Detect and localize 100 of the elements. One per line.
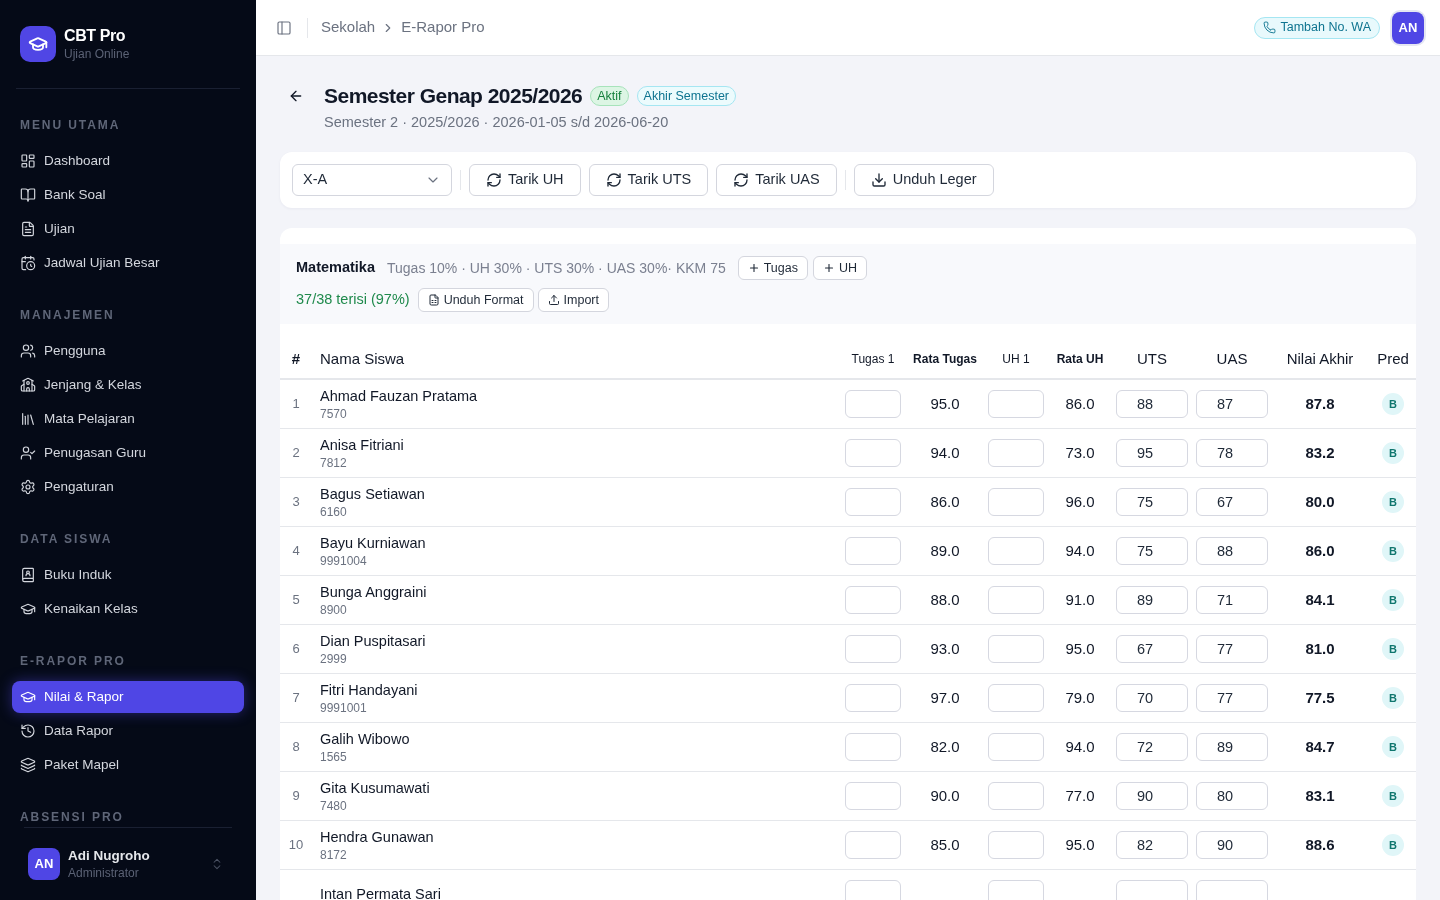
download-icon [870,172,887,188]
score-field[interactable] [988,439,1044,467]
download-ledger-button[interactable]: Unduh Leger [853,164,994,196]
nav-item[interactable]: Pengguna [12,335,244,367]
nav-item[interactable]: Ujian [12,213,244,245]
user-avatar[interactable]: AN [28,848,60,880]
nav-item[interactable]: Jadwal Ujian Besar [12,247,244,279]
score-field[interactable] [845,782,901,810]
student-id: 1565 [320,749,348,765]
score-field[interactable]: 78 [1196,439,1268,467]
grade-badge: B [1382,393,1404,415]
score-field[interactable]: 75 [1116,537,1188,565]
score-field[interactable] [988,782,1044,810]
score-field[interactable] [845,537,901,565]
pull-scores-button[interactable]: Tarik UAS [716,164,837,196]
score-field[interactable]: 89 [1196,733,1268,761]
add-column-button[interactable]: UH [813,256,868,280]
score-field[interactable]: 90 [1116,782,1188,810]
users-icon [20,343,36,359]
score-field[interactable] [845,880,901,900]
average-score: 91.0 [1065,589,1095,610]
score-field[interactable]: 87 [1196,390,1268,418]
score-field[interactable] [1116,880,1188,900]
score-field[interactable] [1196,880,1268,900]
download-format-button[interactable]: Unduh Format [417,288,534,312]
pull-scores-button[interactable]: Tarik UH [469,164,581,196]
score-field[interactable]: 71 [1196,586,1268,614]
add-whatsapp-button[interactable]: Tambah No. WA [1254,16,1380,39]
student-id: 8900 [320,602,348,618]
score-field[interactable]: 77 [1196,684,1268,712]
score-field[interactable]: 82 [1116,831,1188,859]
average-score: 73.0 [1065,442,1095,463]
score-field[interactable] [988,733,1044,761]
nav-item[interactable]: Penugasan Guru [12,437,244,469]
user-avatar[interactable]: AN [1392,11,1424,44]
back-arrow-icon[interactable] [288,88,304,104]
nav-item[interactable]: Kenaikan Kelas [12,593,244,625]
score-field[interactable]: 67 [1196,488,1268,516]
student-name: Intan Permata Sari [320,885,442,900]
score-field[interactable] [845,635,901,663]
score-field[interactable]: 77 [1196,635,1268,663]
add-column-button[interactable]: Tugas [737,256,808,280]
score-field[interactable] [988,880,1044,900]
final-score: 84.7 [1305,736,1335,757]
score-field[interactable]: 75 [1116,488,1188,516]
breadcrumb-link[interactable]: Sekolah [321,16,376,39]
score-field[interactable] [988,831,1044,859]
score-field[interactable] [988,390,1044,418]
score-field[interactable]: 70 [1116,684,1188,712]
score-field[interactable]: 80 [1196,782,1268,810]
score-field[interactable] [988,537,1044,565]
student-name: Bayu Kurniawan [320,534,427,553]
score-field[interactable]: 90 [1196,831,1268,859]
score-field[interactable]: 95 [1116,439,1188,467]
row-number: 6 [292,640,300,659]
nav-item[interactable]: Pengaturan [12,471,244,503]
score-field[interactable] [845,586,901,614]
column-header: Rata UH [1056,351,1104,368]
student-name: Bunga Anggraini [320,583,428,602]
nav-item[interactable]: Nilai & Rapor [12,681,244,713]
import-button[interactable]: Import [537,288,609,312]
score-field[interactable] [988,488,1044,516]
score-field[interactable] [845,733,901,761]
score-field[interactable]: 88 [1196,537,1268,565]
nav-item[interactable]: Paket Mapel [12,749,244,781]
score-field[interactable] [845,684,901,712]
user-check-icon [20,445,36,461]
nav-item[interactable]: Jenjang & Kelas [12,369,244,401]
breadcrumb-current: E-Rapor Pro [401,17,485,38]
score-field[interactable] [845,831,901,859]
average-score: 79.0 [1065,687,1095,708]
calendar-clock-icon [20,255,36,271]
row-number: 10 [288,836,304,855]
score-field[interactable] [845,390,901,418]
nav-item[interactable]: Mata Pelajaran [12,403,244,435]
settings-icon [20,479,36,495]
score-field[interactable] [845,488,901,516]
score-field[interactable]: 67 [1116,635,1188,663]
nav-item[interactable]: Bank Soal [12,179,244,211]
column-header: Nama Siswa [320,348,405,369]
nav-item[interactable]: Data Rapor [12,715,244,747]
grade-badge: B [1382,834,1404,856]
sidebar-toggle-icon[interactable] [276,19,292,36]
score-field[interactable]: 88 [1116,390,1188,418]
student-id: 7570 [320,406,348,422]
layers-icon [20,757,36,773]
student-name: Bagus Setiawan [320,485,426,504]
score-field[interactable] [988,586,1044,614]
score-field[interactable]: 72 [1116,733,1188,761]
pull-scores-button[interactable]: Tarik UTS [588,164,709,196]
score-field[interactable]: 89 [1116,586,1188,614]
score-field[interactable] [845,439,901,467]
student-id: 2999 [320,651,348,667]
grade-badge: B [1382,491,1404,513]
score-field[interactable] [988,635,1044,663]
nav-item[interactable]: Buku Induk [12,559,244,591]
class-select[interactable]: X-A [292,164,452,196]
score-field[interactable] [988,684,1044,712]
grade-badge: B [1382,442,1404,464]
nav-item[interactable]: Dashboard [12,145,244,177]
